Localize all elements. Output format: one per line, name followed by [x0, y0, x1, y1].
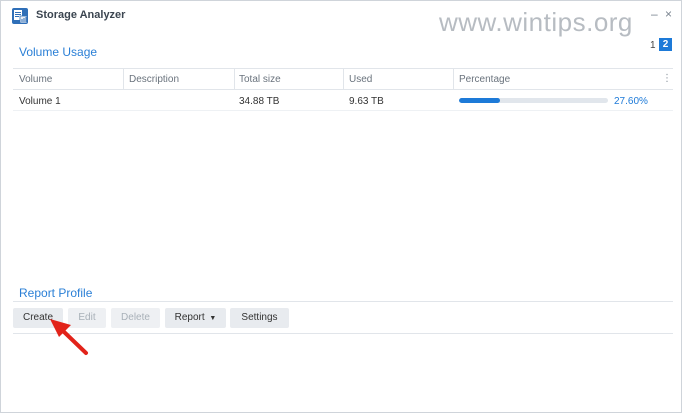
annotation-arrow-icon	[50, 319, 88, 355]
storage-analyzer-window: Storage Analyzer www.wintips.org – × Vol…	[0, 0, 682, 413]
